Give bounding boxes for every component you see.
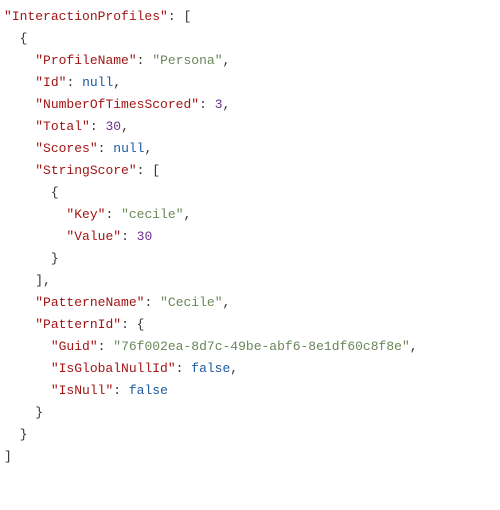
key-globalnull: "IsGlobalNullId" [51,361,176,376]
val-globalnull: false [191,361,230,376]
key-profilename: "ProfileName" [35,53,136,68]
val-id: null [82,75,113,90]
val-total: 30 [105,119,121,134]
json-code-block: "InteractionProfiles": [ { "ProfileName"… [0,0,500,474]
key-patternname: "PatterneName" [35,295,144,310]
key-root: "InteractionProfiles" [4,9,168,24]
key-id: "Id" [35,75,66,90]
val-scores: null [113,141,144,156]
key-scores: "Scores" [35,141,97,156]
val-numscored: 3 [215,97,223,112]
val-ss-key: "cecile" [121,207,183,222]
key-ss-value: "Value" [66,229,121,244]
key-isnull: "IsNull" [51,383,113,398]
key-total: "Total" [35,119,90,134]
val-patternname: "Cecile" [160,295,222,310]
key-ss-key: "Key" [66,207,105,222]
key-guid: "Guid" [51,339,98,354]
val-guid: "76f002ea-8d7c-49be-abf6-8e1df60c8f8e" [113,339,409,354]
val-profilename: "Persona" [152,53,222,68]
key-patternid: "PatternId" [35,317,121,332]
val-ss-value: 30 [137,229,153,244]
key-stringscore: "StringScore" [35,163,136,178]
val-isnull: false [129,383,168,398]
key-numscored: "NumberOfTimesScored" [35,97,199,112]
